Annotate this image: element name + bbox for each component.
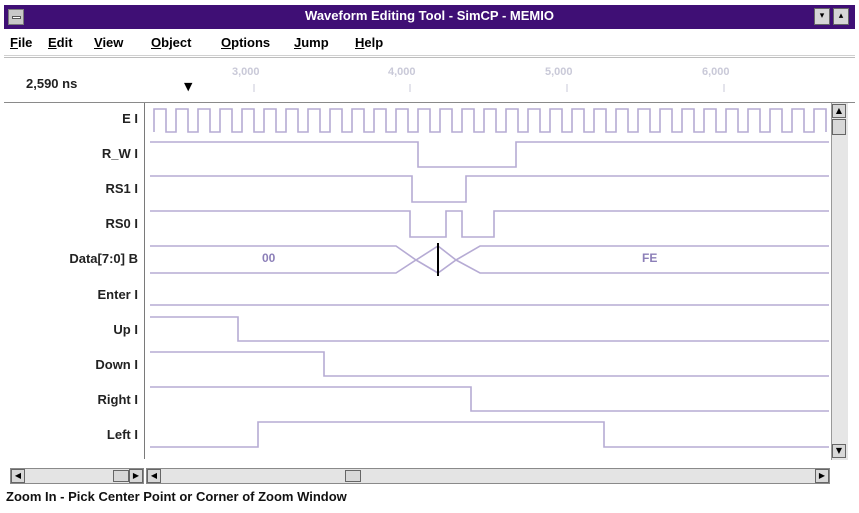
title-bar[interactable]: Waveform Editing Tool - SimCP - MEMIO ▾ …	[4, 5, 855, 29]
menu-options[interactable]: Options	[221, 35, 270, 50]
waveform-window: Waveform Editing Tool - SimCP - MEMIO ▾ …	[0, 0, 859, 513]
signal-label-rs1: RS1 I	[105, 181, 138, 196]
menu-view[interactable]: View	[94, 35, 123, 50]
signal-label-right: Right I	[97, 392, 138, 407]
data-bus-value-00: 00	[262, 251, 276, 265]
waveform-right	[150, 386, 829, 412]
plot-scroll-left-button[interactable]: ◀	[147, 469, 161, 483]
waveform-data-bus	[150, 245, 829, 274]
scroll-down-button[interactable]: ▼	[832, 444, 846, 458]
plot-horizontal-scrollbar[interactable]: ◀ ▶	[146, 468, 830, 484]
plot-scroll-right-button[interactable]: ▶	[815, 469, 829, 483]
names-scroll-right-button[interactable]: ▶	[129, 469, 143, 483]
waveform-down	[150, 351, 829, 377]
names-scroll-left-button[interactable]: ◀	[11, 469, 25, 483]
waveform-canvas	[150, 108, 829, 448]
waveform-rs1	[150, 175, 829, 203]
waveform-up	[150, 316, 829, 342]
menu-bar: File Edit View Object Options Jump Help	[4, 31, 855, 56]
waveform-plot-area[interactable]: 00 FE	[146, 103, 829, 460]
signal-label-left: Left I	[106, 427, 138, 442]
scroll-up-button[interactable]: ▲	[832, 104, 846, 118]
signal-label-down: Down I	[95, 357, 138, 372]
plot-scroll-thumb[interactable]	[345, 470, 361, 482]
names-horizontal-scrollbar[interactable]: ◀ ▶	[10, 468, 144, 484]
waveform-e	[153, 108, 827, 133]
vertical-scrollbar[interactable]: ▲ ▼	[831, 103, 848, 460]
signal-label-enter: Enter I	[97, 287, 138, 302]
menu-edit[interactable]: Edit	[48, 35, 73, 50]
time-ruler[interactable]: 2,590 ns ▼ 3,000 4,000 5,000 6,000	[4, 57, 855, 103]
data-bus-value-fe: FE	[642, 251, 658, 265]
names-scroll-thumb[interactable]	[113, 470, 129, 482]
signal-label-e: E I	[122, 111, 138, 126]
menu-help[interactable]: Help	[355, 35, 383, 50]
ruler-tick-marks	[253, 84, 725, 92]
menu-jump[interactable]: Jump	[294, 35, 329, 50]
signal-name-panel: E I R_W I RS1 I RS0 I Data[7:0] B Enter …	[10, 103, 145, 459]
waveform-left	[150, 421, 829, 448]
signal-label-up: Up I	[113, 322, 138, 337]
waveform-r-w	[150, 141, 829, 168]
status-bar: Zoom In - Pick Center Point or Corner of…	[6, 489, 347, 504]
signal-label-data: Data[7:0] B	[69, 251, 138, 266]
menu-object[interactable]: Object	[151, 35, 191, 50]
signal-label-r-w: R_W I	[101, 146, 138, 161]
minimize-button[interactable]: ▾	[814, 8, 830, 25]
menu-file[interactable]: File	[10, 35, 32, 50]
signal-label-rs0: RS0 I	[105, 216, 138, 231]
vertical-scroll-thumb[interactable]	[832, 119, 846, 135]
waveform-rs0	[150, 210, 829, 238]
maximize-button[interactable]: ▴	[833, 8, 849, 25]
window-title: Waveform Editing Tool - SimCP - MEMIO	[305, 8, 554, 23]
